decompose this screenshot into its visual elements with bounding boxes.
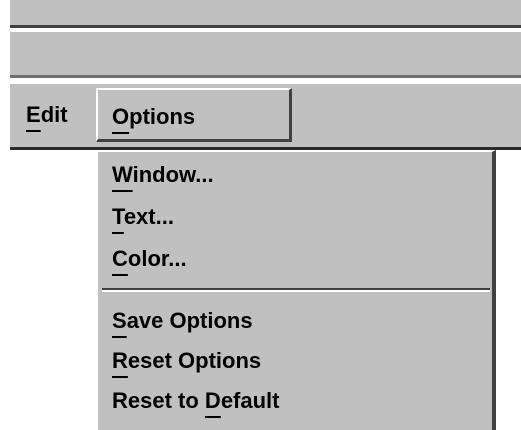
menu-item-color[interactable]: Color... — [112, 242, 187, 276]
toolbar-strip-secondary — [10, 32, 521, 78]
menu-item-reset-options[interactable]: Reset Options — [112, 344, 261, 378]
menu-item-window[interactable]: Window... — [112, 158, 214, 192]
menu-item-text-mnemonic: T — [112, 204, 124, 229]
menu-item-reset-to-default[interactable]: Reset to Default — [112, 384, 280, 418]
menu-item-reset-options-mnemonic: R — [112, 348, 128, 373]
options-dropdown-menu: Window... Text... Color... Save Options … — [96, 150, 496, 430]
menu-edit-mnemonic: E — [26, 102, 41, 127]
menu-options-mnemonic: O — [112, 104, 130, 129]
toolbar-strip — [10, 0, 521, 28]
menu-item-reset-options-post: eset Options — [127, 348, 262, 373]
menu-item-save-options-post: ave Options — [126, 308, 253, 333]
menu-bar: Edit Options — [10, 84, 521, 150]
menu-item-color-post: olor... — [127, 246, 187, 271]
menu-item-window-post: indow... — [132, 162, 214, 187]
menu-item-reset-to-default-post: efault — [220, 388, 280, 413]
menu-item-reset-to-default-mnemonic: D — [204, 388, 221, 413]
menu-item-text-post: ext... — [123, 204, 174, 229]
menu-item-color-mnemonic: C — [112, 246, 128, 271]
menu-edit[interactable]: Edit — [26, 88, 98, 142]
menu-item-window-mnemonic: W — [112, 162, 133, 187]
menu-options[interactable]: Options — [96, 88, 292, 142]
menu-item-text[interactable]: Text... — [112, 200, 174, 234]
menu-item-save-options[interactable]: Save Options — [112, 304, 253, 338]
menu-item-save-options-mnemonic: S — [112, 308, 127, 333]
menu-separator — [102, 288, 490, 292]
menu-edit-label-post: dit — [40, 102, 68, 127]
app-window: Edit Options Window... Text... Color... … — [0, 0, 521, 430]
menu-item-reset-to-default-pre: Reset to — [112, 388, 205, 413]
menu-options-label-post: ptions — [129, 104, 196, 129]
